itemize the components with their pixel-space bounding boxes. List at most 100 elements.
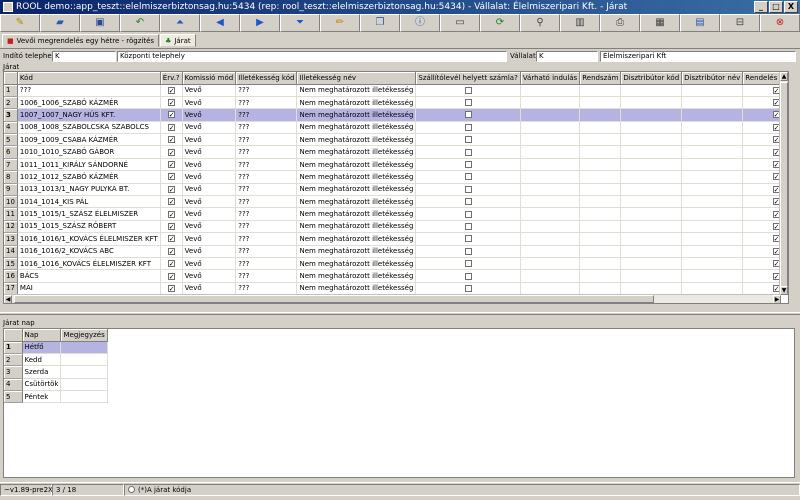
table-row[interactable]: 9 1013_1013/1_NAGY PULYKA BT. ✓ Vevő??? Nem …	[4, 183, 788, 197]
next-record-button[interactable]: ▶	[240, 14, 280, 32]
pencil-button[interactable]: ✏	[320, 14, 360, 32]
cell-disztributor-kod[interactable]	[620, 133, 683, 147]
unchecked-checkbox-icon[interactable]	[464, 284, 472, 292]
cell-illetekesseg-kod[interactable]: ???	[235, 195, 298, 209]
column-header[interactable]: Nap	[22, 329, 62, 342]
table-row[interactable]: 15 1016_1016_KOVÁCS ÉLELMISZER KFT ✓ Vevő??…	[4, 257, 788, 271]
edit-button[interactable]: ✎	[0, 14, 40, 32]
table-row[interactable]: 5 Péntek	[4, 390, 108, 404]
refresh-button[interactable]: ⟳	[480, 14, 520, 32]
cell-kod[interactable]: BÁCS	[17, 269, 161, 283]
cell-disztributor-nev[interactable]	[681, 121, 744, 135]
cell-rendszam[interactable]	[579, 257, 622, 271]
cell-nap[interactable]: Szerda	[22, 365, 62, 379]
cell-rendszam[interactable]	[579, 220, 622, 234]
cell-illetekesseg-nev[interactable]: Nem meghatározott illetékesség	[296, 133, 417, 147]
unchecked-checkbox-icon[interactable]	[464, 210, 472, 218]
checkbox-cell[interactable]: ✓	[160, 207, 183, 221]
checkbox-cell[interactable]	[415, 207, 521, 221]
export-button[interactable]: ▤	[680, 14, 720, 32]
table-row[interactable]: 4 1008_1008_SZABOLCSKA SZABOLCS ✓ Vevő??? Ne…	[4, 121, 788, 135]
checked-checkbox-icon[interactable]: ✓	[167, 136, 175, 144]
cell-illetekesseg-nev[interactable]: Nem meghatározott illetékesség	[296, 84, 417, 97]
cell-nap[interactable]: Péntek	[22, 390, 62, 404]
cell-disztributor-kod[interactable]	[620, 207, 683, 221]
table-row[interactable]: 1 Hétfő	[4, 341, 108, 354]
cell-illetekesseg-nev[interactable]: Nem meghatározott illetékesség	[296, 158, 417, 172]
cell-kod[interactable]: 1014_1014_KIS PÁL	[17, 195, 161, 209]
cell-illetekesseg-kod[interactable]: ???	[235, 121, 298, 135]
cell-rendszam[interactable]	[579, 96, 622, 110]
cell-rendszam[interactable]	[579, 245, 622, 258]
column-header[interactable]: Várható indulás	[520, 72, 581, 85]
cell-disztributor-nev[interactable]	[681, 108, 744, 122]
cell-varhato-indulas[interactable]	[520, 108, 581, 122]
cell-nap[interactable]: Csütörtök	[22, 378, 62, 392]
table-row[interactable]: 7 1011_1011_KIRÁLY SÁNDORNÉ ✓ Vevő??? Nem me…	[4, 158, 788, 172]
cell-illetekesseg-nev[interactable]: Nem meghatározott illetékesség	[296, 220, 417, 234]
checked-checkbox-icon[interactable]: ✓	[167, 247, 175, 255]
row-number[interactable]: 2	[4, 353, 23, 367]
unchecked-checkbox-icon[interactable]	[464, 222, 472, 230]
checked-checkbox-icon[interactable]: ✓	[167, 123, 175, 131]
row-number[interactable]: 3	[4, 365, 23, 379]
unchecked-checkbox-icon[interactable]	[464, 198, 472, 206]
cell-illetekesseg-kod[interactable]: ???	[235, 282, 298, 296]
table-row[interactable]: 10 1014_1014_KIS PÁL ✓ Vevő??? Nem meghatáro…	[4, 195, 788, 209]
cell-megjegyzes[interactable]	[60, 378, 108, 392]
cell-rendszam[interactable]	[579, 121, 622, 135]
print-button[interactable]: ⎙	[600, 14, 640, 32]
checkbox-cell[interactable]: ✓	[160, 96, 183, 110]
scroll-down-icon[interactable]: ▼	[780, 286, 788, 295]
cell-illetekesseg-kod[interactable]: ???	[235, 220, 298, 234]
row-number[interactable]: 10	[4, 195, 18, 209]
table-row[interactable]: 12 1015_1015_SZÁSZ RÓBERT ✓ Vevő??? Nem megh…	[4, 220, 788, 234]
cell-megjegyzes[interactable]	[60, 353, 108, 367]
cell-disztributor-kod[interactable]	[620, 170, 683, 184]
cell-komissio-mod[interactable]: Vevő	[182, 269, 237, 283]
checked-checkbox-icon[interactable]: ✓	[167, 222, 175, 230]
cell-rendszam[interactable]	[579, 108, 622, 122]
scroll-thumb[interactable]	[780, 82, 788, 287]
scroll-right-icon[interactable]: ▶	[773, 295, 781, 303]
checkbox-cell[interactable]	[415, 133, 521, 147]
cell-komissio-mod[interactable]: Vevő	[182, 133, 237, 147]
cell-illetekesseg-nev[interactable]: Nem meghatározott illetékesség	[296, 257, 417, 271]
cell-kod[interactable]: 1013_1013/1_NAGY PULYKA BT.	[17, 183, 161, 197]
cell-nap[interactable]: Kedd	[22, 353, 62, 367]
row-number[interactable]: 12	[4, 220, 18, 234]
cell-disztributor-nev[interactable]	[681, 257, 744, 271]
checked-checkbox-icon[interactable]: ✓	[167, 148, 175, 156]
checkbox-cell[interactable]	[415, 257, 521, 271]
cell-disztributor-kod[interactable]	[620, 195, 683, 209]
cell-varhato-indulas[interactable]	[520, 245, 581, 258]
checkbox-cell[interactable]	[415, 183, 521, 197]
cell-disztributor-nev[interactable]	[681, 245, 744, 258]
cell-komissio-mod[interactable]: Vevő	[182, 121, 237, 135]
cell-disztributor-nev[interactable]	[681, 207, 744, 221]
cell-illetekesseg-nev[interactable]: Nem meghatározott illetékesség	[296, 96, 417, 110]
cell-illetekesseg-nev[interactable]: Nem meghatározott illetékesség	[296, 207, 417, 221]
cell-illetekesseg-kod[interactable]: ???	[235, 232, 298, 246]
exit-button[interactable]: ⊟	[720, 14, 760, 32]
cell-kod[interactable]: 1008_1008_SZABOLCSKA SZABOLCS	[17, 121, 161, 135]
row-number[interactable]: 17	[4, 282, 18, 296]
row-number[interactable]: 4	[4, 378, 23, 392]
cell-rendszam[interactable]	[579, 145, 622, 159]
cell-rendszam[interactable]	[579, 207, 622, 221]
column-header[interactable]: Illetékesség név	[296, 72, 417, 85]
cell-rendszam[interactable]	[579, 282, 622, 296]
cell-illetekesseg-nev[interactable]: Nem meghatározott illetékesség	[296, 282, 417, 296]
cell-kod[interactable]: 1011_1011_KIRÁLY SÁNDORNÉ	[17, 158, 161, 172]
splitter[interactable]	[0, 312, 800, 315]
checkbox-cell[interactable]: ✓	[160, 108, 183, 122]
cell-kod[interactable]: 1016_1016_KOVÁCS ÉLELMISZER KFT	[17, 257, 161, 271]
hscroll-thumb[interactable]	[14, 295, 654, 303]
cell-illetekesseg-nev[interactable]: Nem meghatározott illetékesség	[296, 195, 417, 209]
row-number[interactable]: 2	[4, 96, 18, 110]
checkbox-cell[interactable]	[415, 108, 521, 122]
checked-checkbox-icon[interactable]: ✓	[167, 198, 175, 206]
checkbox-cell[interactable]: ✓	[160, 269, 183, 283]
cell-kod[interactable]: 1007_1007_NAGY HÚS KFT.	[17, 108, 161, 122]
previous-record-button[interactable]: ◀	[200, 14, 240, 32]
